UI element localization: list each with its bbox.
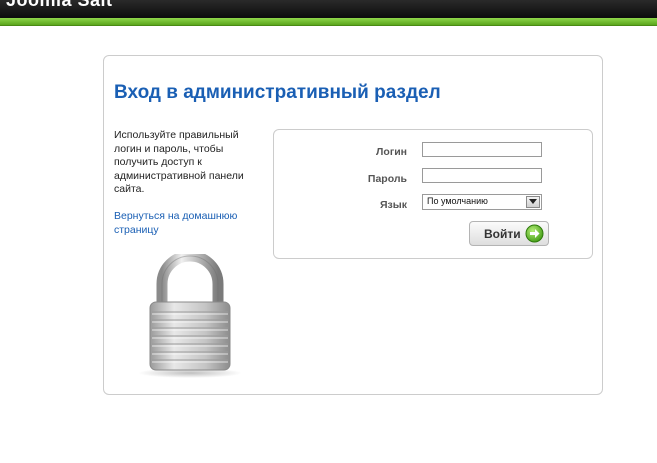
login-button[interactable]: Войти	[469, 221, 549, 246]
top-header-bar: Joomla Sait	[0, 0, 657, 18]
header-accent-stripe	[0, 18, 657, 26]
return-home-link[interactable]: Вернуться на домашнюю страницу	[114, 210, 264, 237]
username-label: Логин	[376, 146, 407, 158]
password-label: Пароль	[367, 173, 407, 185]
page-title: Вход в административный раздел	[114, 82, 441, 103]
language-select[interactable]: По умолчанию	[422, 194, 542, 210]
go-arrow-icon	[525, 224, 544, 243]
login-button-label: Войти	[484, 227, 521, 241]
site-title: Joomla Sait	[6, 0, 113, 10]
login-form: Логин Пароль Язык По умолчанию Войти	[273, 129, 593, 259]
padlock-icon	[130, 250, 250, 379]
username-input[interactable]	[422, 142, 542, 157]
chevron-down-icon[interactable]	[526, 196, 540, 208]
login-panel: Вход в административный раздел Используй…	[103, 55, 603, 395]
language-label: Язык	[380, 199, 407, 211]
login-help-text: Используйте правильный логин и пароль, ч…	[114, 129, 244, 195]
language-selected-value: По умолчанию	[427, 196, 488, 206]
password-input[interactable]	[422, 168, 542, 183]
